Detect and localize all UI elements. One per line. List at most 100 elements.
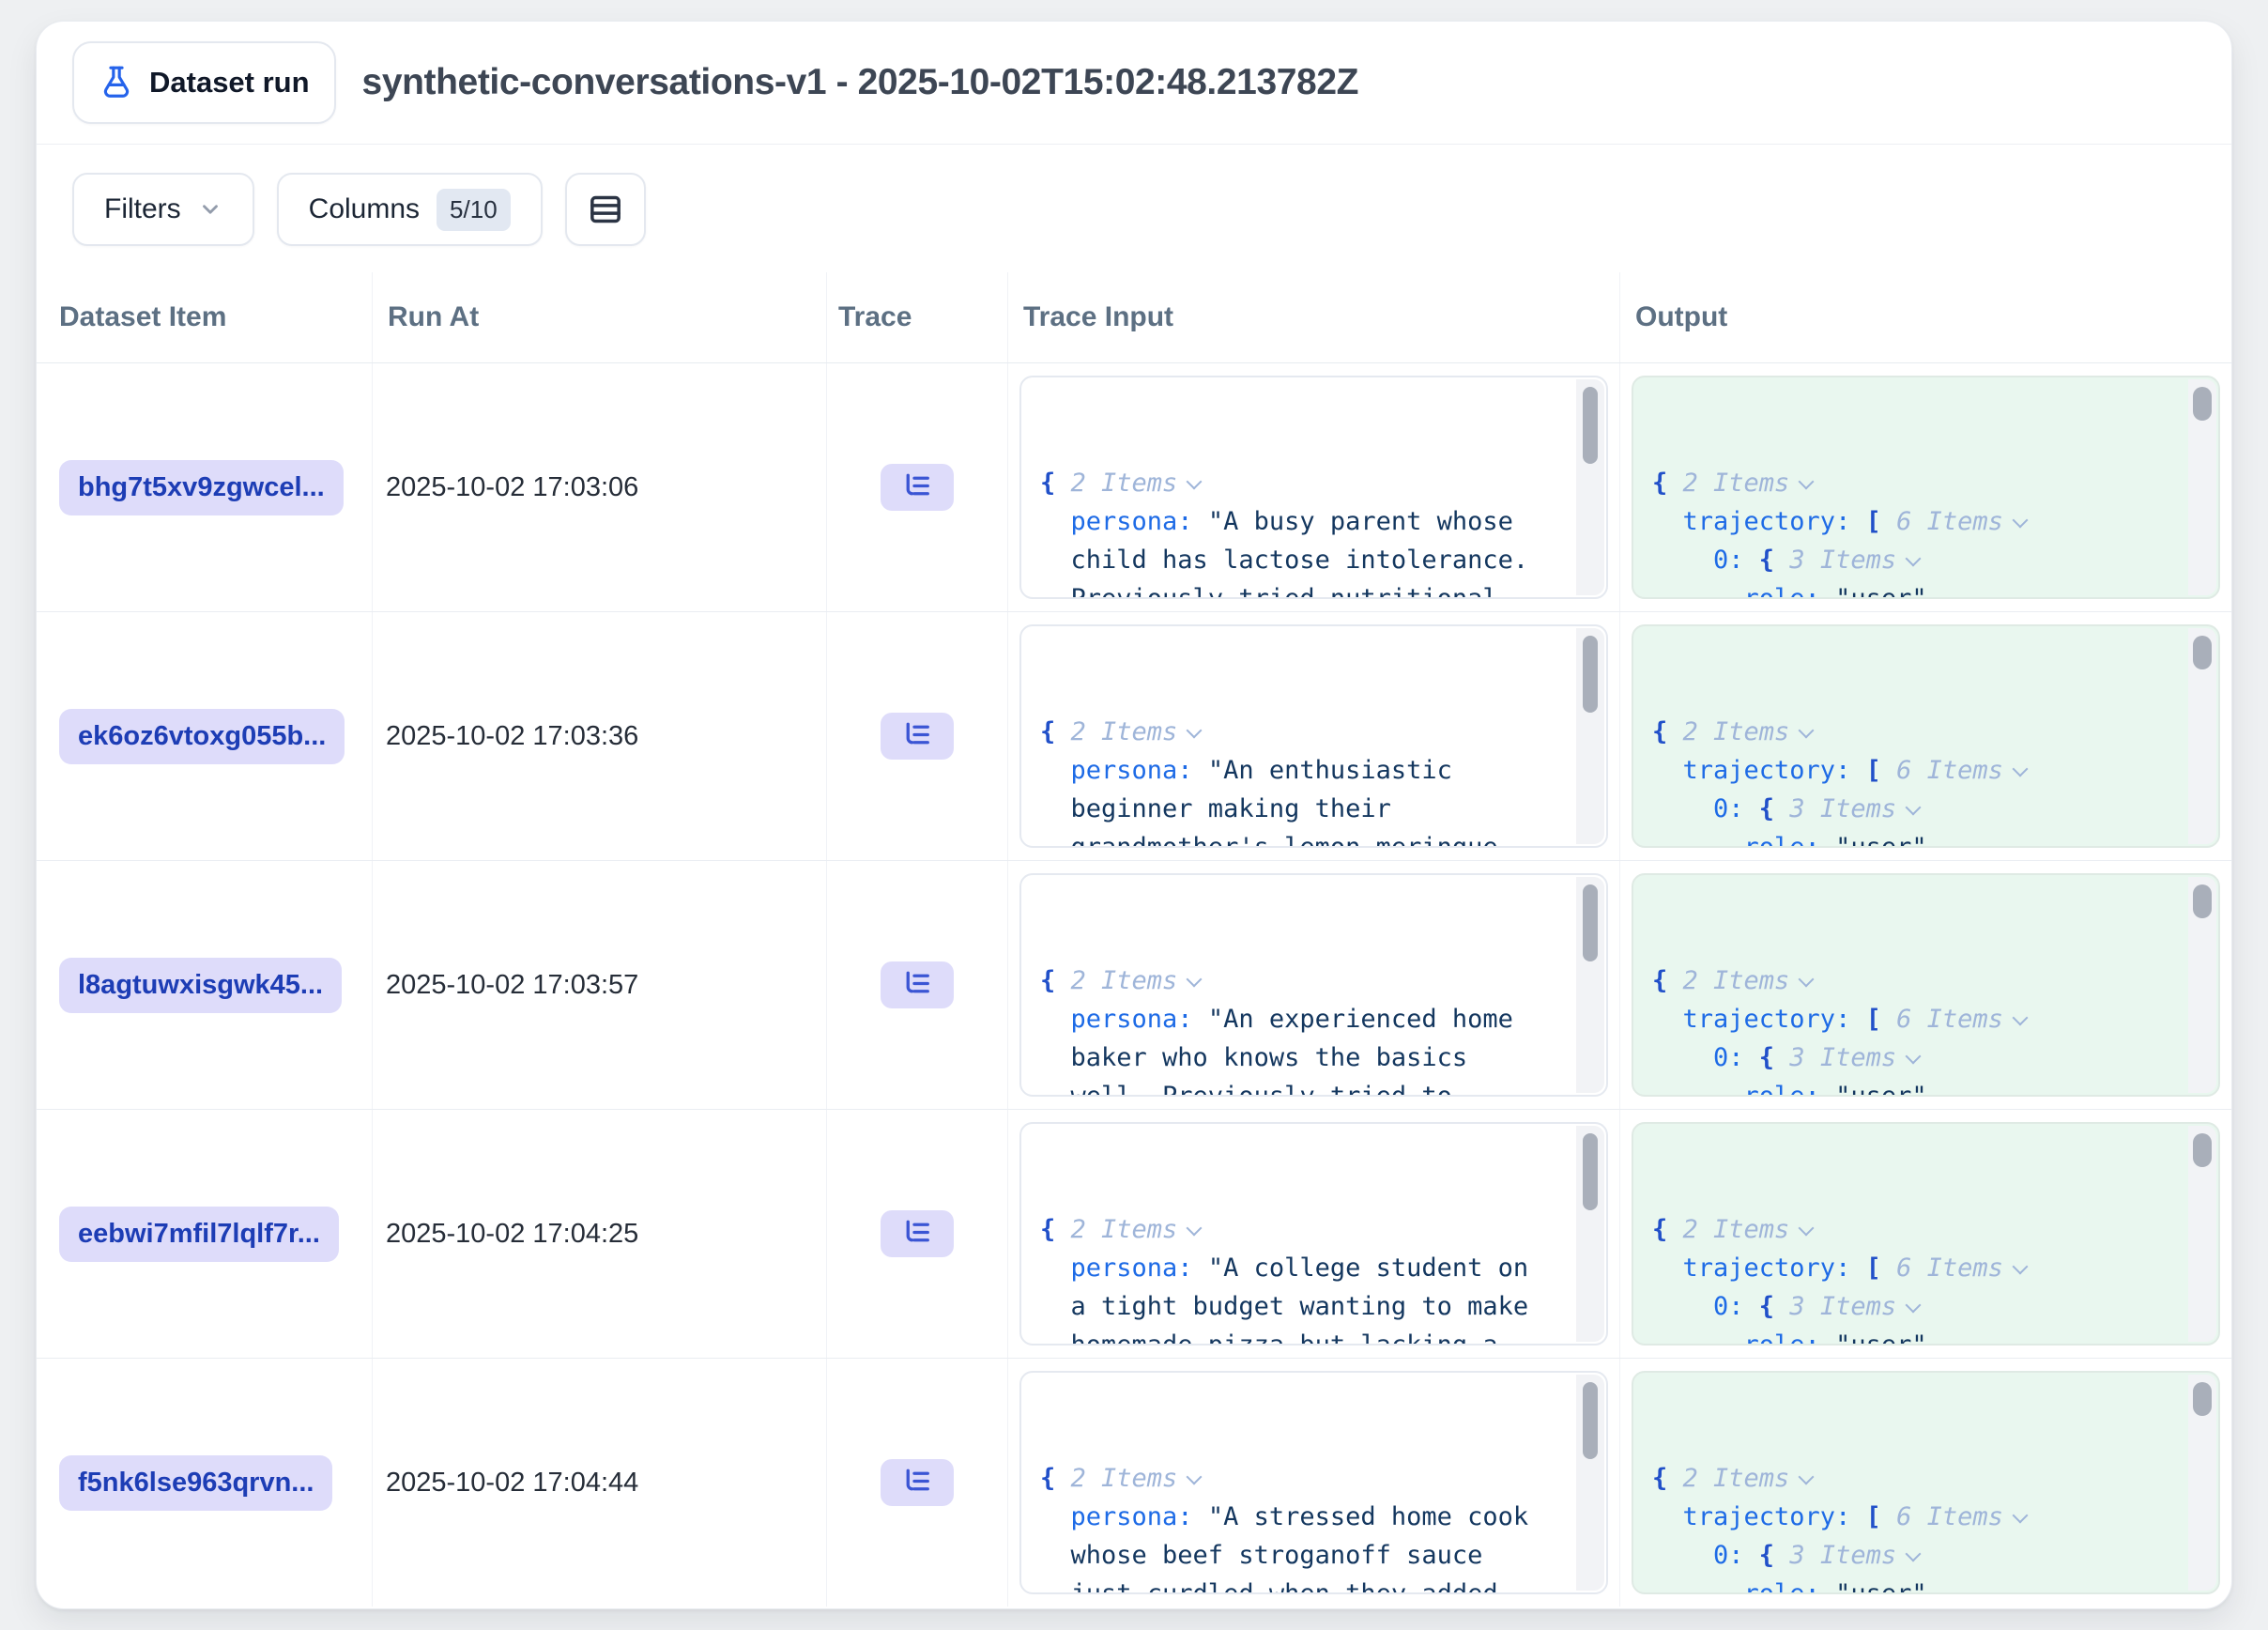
output-cell: { 2 Items trajectory: [ 6 Items 0: { 3 I… [1620,612,2231,860]
column-header-output[interactable]: Output [1620,272,2231,362]
table-rows-icon [587,191,624,228]
trace-button[interactable] [881,713,954,760]
table-header: Dataset Item Run At Trace Trace Input Ou… [37,272,2231,363]
trace-cell [827,612,1008,860]
scrollbar-track[interactable] [1576,877,1604,1093]
scrollbar-thumb[interactable] [1583,387,1598,464]
table-row: ek6oz6vtoxg055b... 2025-10-02 17:03:36 {… [37,612,2231,861]
run-at-value: 2025-10-02 17:03:36 [386,721,638,752]
dataset-item-badge[interactable]: f5nk6lse963qrvn... [59,1455,332,1511]
trace-input-cell: { 2 Items persona: "A stressed home cook… [1008,1359,1620,1607]
json-content: { 2 Items trajectory: [ 6 Items 0: { 3 I… [1652,713,2169,848]
scrollbar-thumb[interactable] [1583,1382,1598,1459]
scrollbar-track[interactable] [1576,1375,1604,1591]
filters-label: Filters [104,193,181,225]
row-height-button[interactable] [565,173,646,246]
filters-button[interactable]: Filters [72,173,254,246]
output-json[interactable]: { 2 Items trajectory: [ 6 Items 0: { 3 I… [1632,624,2220,848]
output-json[interactable]: { 2 Items trajectory: [ 6 Items 0: { 3 I… [1632,1371,2220,1594]
column-header-trace[interactable]: Trace [827,272,1008,362]
trace-input-cell: { 2 Items persona: "An experienced home … [1008,861,1620,1109]
scrollbar-thumb[interactable] [2193,636,2212,669]
trace-button[interactable] [881,961,954,1008]
dataset-item-badge[interactable]: ek6oz6vtoxg055b... [59,709,345,764]
dataset-item-badge[interactable]: l8agtuwxisgwk45... [59,958,342,1013]
card-header: Dataset run synthetic-conversations-v1 -… [37,22,2231,145]
json-content: { 2 Items trajectory: [ 6 Items 0: { 3 I… [1652,464,2169,599]
table-row: l8agtuwxisgwk45... 2025-10-02 17:03:57 {… [37,861,2231,1110]
trace-cell [827,861,1008,1109]
column-header-run-at[interactable]: Run At [373,272,827,362]
trace-button[interactable] [881,1210,954,1257]
dataset-run-card: Dataset run synthetic-conversations-v1 -… [36,21,2232,1609]
trace-cell [827,1110,1008,1358]
scrollbar-thumb[interactable] [2193,1133,2212,1167]
columns-button[interactable]: Columns 5/10 [277,173,543,246]
trace-input-cell: { 2 Items persona: "A college student on… [1008,1110,1620,1358]
output-cell: { 2 Items trajectory: [ 6 Items 0: { 3 I… [1620,861,2231,1109]
output-json[interactable]: { 2 Items trajectory: [ 6 Items 0: { 3 I… [1632,376,2220,599]
json-content: { 2 Items persona: "An enthusiastic begi… [1040,713,1557,848]
output-json[interactable]: { 2 Items trajectory: [ 6 Items 0: { 3 I… [1632,1122,2220,1346]
run-at-value: 2025-10-02 17:04:25 [386,1219,638,1250]
trace-input-json[interactable]: { 2 Items persona: "A busy parent whose … [1019,376,1608,599]
dataset-run-badge[interactable]: Dataset run [72,41,336,124]
dataset-item-cell: ek6oz6vtoxg055b... [37,612,373,860]
scrollbar-track[interactable] [2188,877,2216,1093]
scrollbar-thumb[interactable] [2193,1382,2212,1416]
json-content: { 2 Items trajectory: [ 6 Items 0: { 3 I… [1652,1459,2169,1594]
json-content: { 2 Items persona: "A college student on… [1040,1210,1557,1346]
trace-cell [827,1359,1008,1607]
list-tree-icon [900,470,934,504]
scrollbar-thumb[interactable] [1583,636,1598,713]
column-header-dataset-item[interactable]: Dataset Item [37,272,373,362]
dataset-item-cell: eebwi7mfil7lqlf7r... [37,1110,373,1358]
list-tree-icon [900,1466,934,1499]
run-at-cell: 2025-10-02 17:04:44 [373,1359,827,1607]
trace-input-json[interactable]: { 2 Items persona: "A stressed home cook… [1019,1371,1608,1594]
trace-button[interactable] [881,464,954,511]
json-content: { 2 Items trajectory: [ 6 Items 0: { 3 I… [1652,1210,2169,1346]
table-row: bhg7t5xv9zgwcel... 2025-10-02 17:03:06 {… [37,363,2231,612]
trace-input-json[interactable]: { 2 Items persona: "An experienced home … [1019,873,1608,1097]
scrollbar-thumb[interactable] [1583,884,1598,961]
dataset-item-cell: f5nk6lse963qrvn... [37,1359,373,1607]
trace-input-cell: { 2 Items persona: "An enthusiastic begi… [1008,612,1620,860]
scrollbar-thumb[interactable] [2193,387,2212,421]
column-header-trace-input[interactable]: Trace Input [1008,272,1620,362]
output-cell: { 2 Items trajectory: [ 6 Items 0: { 3 I… [1620,363,2231,611]
dataset-item-badge[interactable]: eebwi7mfil7lqlf7r... [59,1207,339,1262]
json-content: { 2 Items persona: "An experienced home … [1040,961,1557,1097]
trace-input-json[interactable]: { 2 Items persona: "An enthusiastic begi… [1019,624,1608,848]
columns-label: Columns [309,193,420,225]
run-at-cell: 2025-10-02 17:04:25 [373,1110,827,1358]
table-row: f5nk6lse963qrvn... 2025-10-02 17:04:44 {… [37,1359,2231,1607]
scrollbar-track[interactable] [2188,628,2216,844]
run-at-cell: 2025-10-02 17:03:36 [373,612,827,860]
chevron-down-icon [198,197,222,222]
json-content: { 2 Items trajectory: [ 6 Items 0: { 3 I… [1652,961,2169,1097]
table-row: eebwi7mfil7lqlf7r... 2025-10-02 17:04:25… [37,1110,2231,1359]
run-at-cell: 2025-10-02 17:03:06 [373,363,827,611]
scrollbar-thumb[interactable] [1583,1133,1598,1210]
scrollbar-track[interactable] [2188,1375,2216,1591]
scrollbar-track[interactable] [1576,379,1604,595]
dataset-item-badge[interactable]: bhg7t5xv9zgwcel... [59,460,344,515]
scrollbar-track[interactable] [1576,628,1604,844]
scrollbar-track[interactable] [2188,379,2216,595]
trace-input-json[interactable]: { 2 Items persona: "A college student on… [1019,1122,1608,1346]
dataset-run-badge-label: Dataset run [149,66,310,100]
trace-cell [827,363,1008,611]
list-tree-icon [900,1217,934,1251]
json-content: { 2 Items persona: "A busy parent whose … [1040,464,1557,599]
output-json[interactable]: { 2 Items trajectory: [ 6 Items 0: { 3 I… [1632,873,2220,1097]
scrollbar-thumb[interactable] [2193,884,2212,918]
run-at-cell: 2025-10-02 17:03:57 [373,861,827,1109]
scrollbar-track[interactable] [2188,1126,2216,1342]
page-title: synthetic-conversations-v1 - 2025-10-02T… [362,62,1359,103]
json-content: { 2 Items persona: "A stressed home cook… [1040,1459,1557,1594]
output-cell: { 2 Items trajectory: [ 6 Items 0: { 3 I… [1620,1110,2231,1358]
scrollbar-track[interactable] [1576,1126,1604,1342]
trace-button[interactable] [881,1459,954,1506]
run-at-value: 2025-10-02 17:03:06 [386,472,638,503]
